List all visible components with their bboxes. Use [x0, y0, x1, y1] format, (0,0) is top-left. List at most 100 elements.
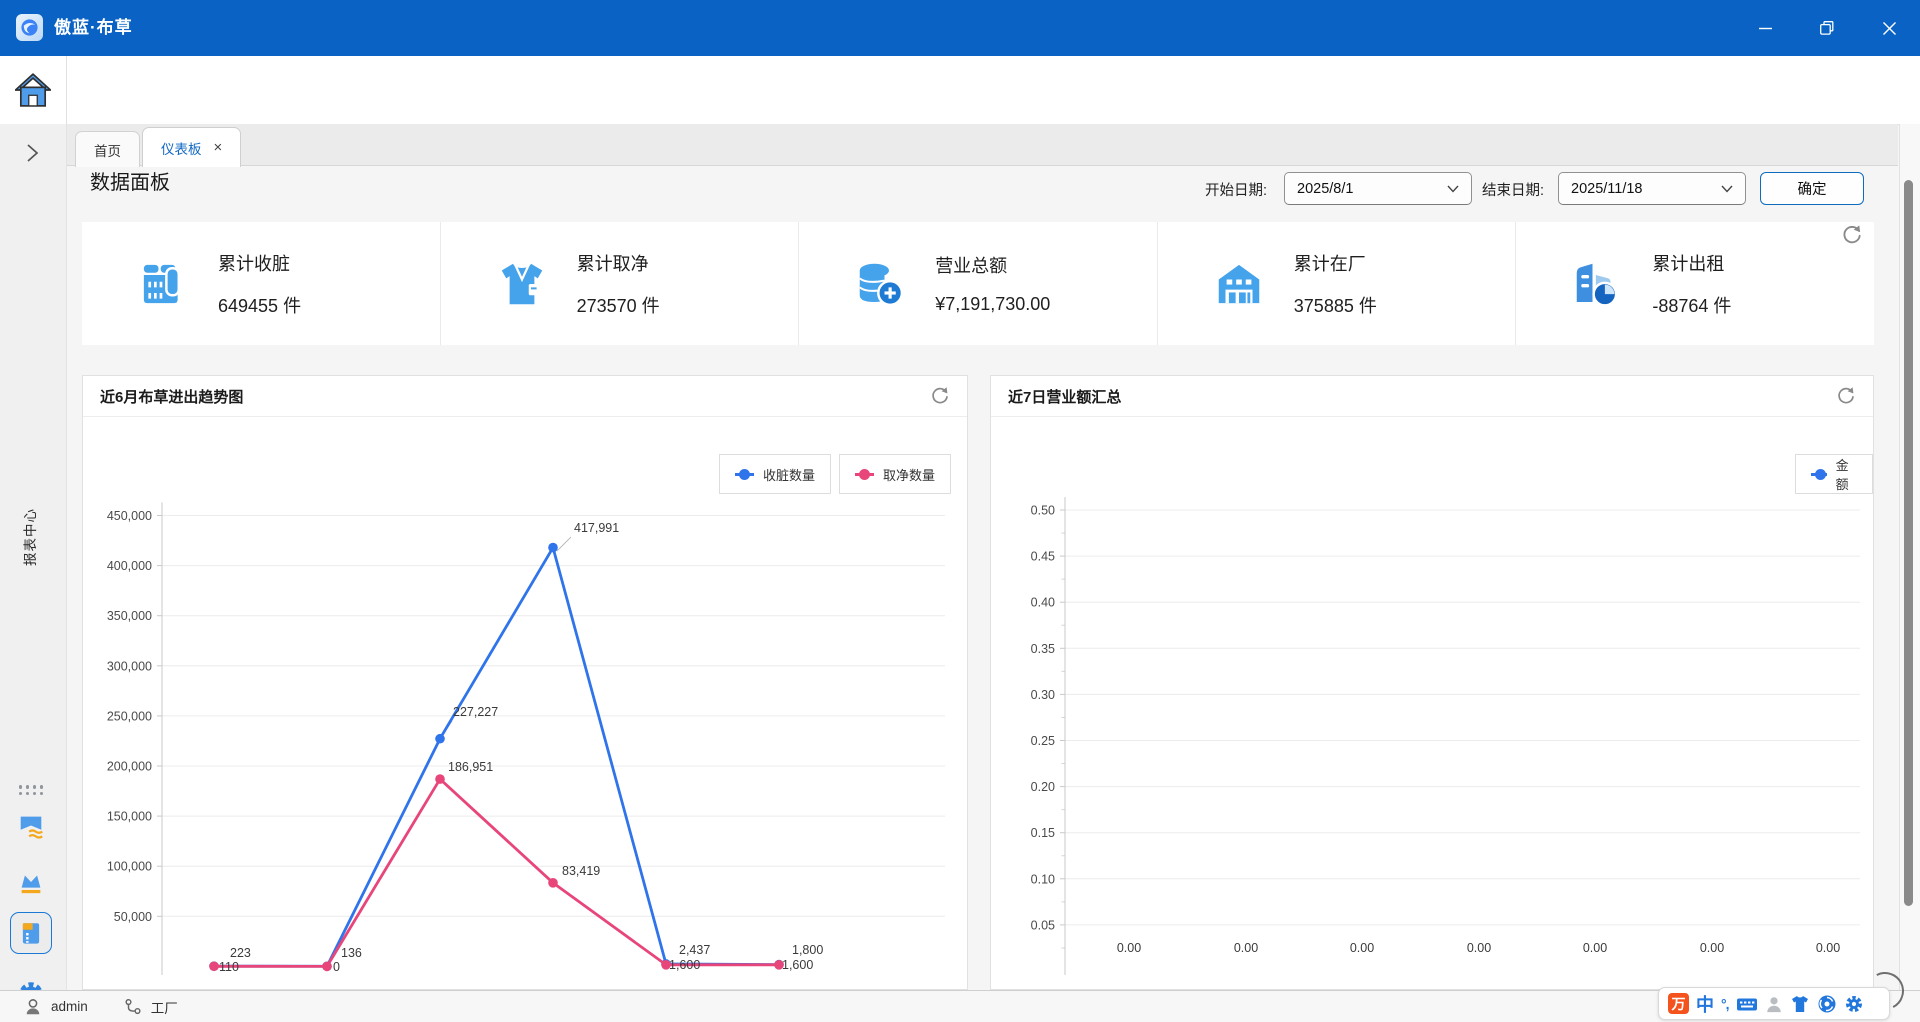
ime-language-icon[interactable]: 中 [1696, 991, 1714, 1017]
card-value: 375885 件 [1294, 292, 1377, 318]
card-value: ¥7,191,730.00 [935, 294, 1050, 315]
trend-chart-title: 近6月布草进出趋势图 [100, 386, 930, 407]
home-icon [15, 72, 51, 108]
statusbar-factory[interactable]: 工厂 [124, 997, 178, 1017]
svg-text:223: 223 [230, 946, 251, 960]
refresh-icon[interactable] [1841, 224, 1863, 246]
revenue-chart-title: 近7日营业额汇总 [1008, 386, 1836, 407]
sidebar-section-label: 报表中心 [19, 495, 37, 579]
revenue-chart-header: 近7日营业额汇总 [991, 376, 1873, 417]
laundry-basket-icon [136, 257, 190, 311]
factory-icon [1212, 257, 1266, 311]
svg-text:1,600: 1,600 [782, 958, 813, 972]
ime-brand-icon[interactable]: 万 [1668, 993, 1689, 1014]
card-title: 累计取净 [577, 250, 660, 276]
end-date-select[interactable]: 2025/11/18 [1558, 172, 1746, 205]
clipboard-icon [18, 920, 44, 946]
card-in-factory: 累计在厂 375885 件 [1157, 222, 1516, 345]
scrollbar-thumb[interactable] [1904, 180, 1913, 906]
card-collected-clean: 累计取净 273570 件 [440, 222, 799, 345]
window-controls [1734, 0, 1920, 56]
ime-settings-icon[interactable] [1844, 994, 1864, 1014]
svg-text:1,600: 1,600 [669, 958, 700, 972]
svg-text:0.40: 0.40 [1031, 596, 1055, 610]
svg-text:0.00: 0.00 [1350, 941, 1374, 955]
refresh-icon[interactable] [1836, 386, 1856, 406]
svg-text:83,419: 83,419 [562, 864, 600, 878]
revenue-chart: 0.500.450.400.350.300.250.200.150.100.05… [990, 415, 1874, 990]
statusbar-factory-label: 工厂 [151, 997, 178, 1017]
titlebar: 傲蓝·布草 [0, 0, 1920, 56]
svg-text:350,000: 350,000 [107, 609, 152, 623]
sidebar-item-apps[interactable] [9, 772, 53, 808]
ime-toolbar[interactable]: 万 中 °, [1658, 987, 1890, 1020]
trend-chart: 450,000400,000350,000300,000250,000200,0… [82, 415, 968, 990]
svg-text:136: 136 [341, 946, 362, 960]
close-button[interactable] [1858, 0, 1920, 56]
confirm-button[interactable]: 确定 [1760, 172, 1864, 205]
ime-skin-icon[interactable] [1790, 994, 1810, 1014]
svg-text:2,437: 2,437 [679, 943, 710, 957]
tabstrip: 首页 仪表板 × [67, 124, 1898, 166]
card-value: 649455 件 [218, 292, 301, 318]
card-title: 累计在厂 [1294, 250, 1377, 276]
svg-text:0.30: 0.30 [1031, 688, 1055, 702]
svg-text:417,991: 417,991 [574, 521, 619, 535]
svg-text:0.20: 0.20 [1031, 780, 1055, 794]
app-window: 傲蓝·布草 报表中心 [0, 0, 1920, 1022]
home-button[interactable] [13, 70, 53, 110]
tab-close-icon[interactable]: × [214, 139, 223, 156]
ime-punctuation-icon[interactable]: °, [1721, 996, 1729, 1012]
svg-text:227,227: 227,227 [453, 705, 498, 719]
user-icon [24, 998, 42, 1016]
card-rented-out: 累计出租 -88764 件 [1515, 222, 1874, 345]
ime-wheel-icon[interactable] [1817, 994, 1837, 1014]
dots-grid-icon [19, 785, 44, 794]
toolbar-divider [66, 56, 67, 124]
end-date-label: 结束日期: [1482, 179, 1544, 200]
svg-text:250,000: 250,000 [107, 709, 152, 723]
chevron-down-icon [1447, 185, 1459, 193]
statusbar-user[interactable]: admin [24, 998, 88, 1016]
toolbar-row [0, 56, 1920, 125]
ime-user-icon[interactable] [1765, 994, 1783, 1014]
sidebar-item-vip[interactable] [9, 864, 53, 900]
trend-chart-header: 近6月布草进出趋势图 [83, 376, 967, 417]
card-title: 累计收脏 [218, 250, 301, 276]
svg-text:150,000: 150,000 [107, 810, 152, 824]
refresh-icon[interactable] [930, 386, 950, 406]
app-title: 傲蓝·布草 [54, 0, 133, 56]
end-date-value: 2025/11/18 [1571, 181, 1721, 197]
svg-text:50,000: 50,000 [114, 910, 152, 924]
page-title: 数据面板 [90, 166, 170, 195]
statusbar-username: admin [51, 999, 88, 1014]
app-logo-icon [16, 14, 43, 41]
start-date-select[interactable]: 2025/8/1 [1284, 172, 1472, 205]
tab-dashboard[interactable]: 仪表板 × [142, 127, 241, 167]
tab-dashboard-label: 仪表板 [161, 138, 202, 158]
svg-text:0.00: 0.00 [1583, 941, 1607, 955]
minimize-button[interactable] [1734, 0, 1796, 56]
statusbar: admin 工厂 [0, 990, 1920, 1022]
expand-sidebar-button[interactable] [20, 140, 44, 166]
ime-keyboard-icon[interactable] [1736, 994, 1758, 1014]
rental-pie-icon [1570, 257, 1624, 311]
svg-text:0.15: 0.15 [1031, 826, 1055, 840]
svg-text:400,000: 400,000 [107, 559, 152, 573]
sidebar-item-workflow[interactable] [9, 808, 53, 844]
svg-text:0.50: 0.50 [1031, 504, 1055, 518]
card-collected-dirty: 累计收脏 649455 件 [82, 222, 440, 345]
tab-home-label: 首页 [94, 140, 121, 160]
restore-button[interactable] [1796, 0, 1858, 56]
card-title: 累计出租 [1652, 250, 1731, 276]
svg-text:0.25: 0.25 [1031, 734, 1055, 748]
card-value: 273570 件 [577, 292, 660, 318]
svg-text:186,951: 186,951 [448, 760, 493, 774]
chevron-down-icon [1721, 185, 1733, 193]
svg-text:0.45: 0.45 [1031, 550, 1055, 564]
stats-cards-panel: 累计收脏 649455 件 累计取净 273570 件 营业总额 [82, 222, 1874, 345]
tab-home[interactable]: 首页 [75, 131, 140, 167]
start-date-label: 开始日期: [1205, 179, 1267, 200]
sidebar-item-reports-selected[interactable] [10, 912, 52, 954]
vertical-scrollbar[interactable] [1899, 124, 1920, 990]
